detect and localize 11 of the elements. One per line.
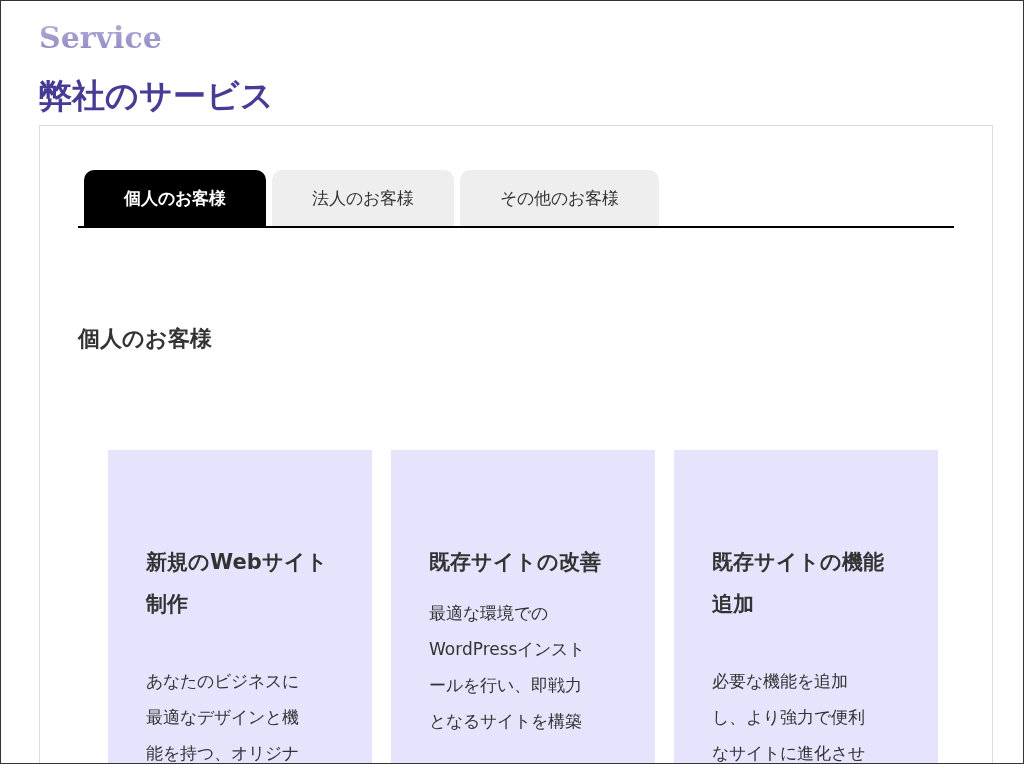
tab[interactable]: 法人のお客様 <box>272 170 454 226</box>
card-title: 既存サイトの機能追加 <box>712 549 885 618</box>
tab[interactable]: 個人のお客様 <box>84 170 266 226</box>
card-title: 新規のWebサイト制作 <box>146 549 329 618</box>
page-title: 弊社のサービス <box>39 75 274 117</box>
tab[interactable]: その他のお客様 <box>460 170 659 226</box>
card-description: 最適な環境でのWordPressインストールを行い、即戦力となるサイトを構築 <box>429 602 586 733</box>
card-title: 既存サイトの改善 <box>429 549 602 576</box>
card-description: あなたのビジネスに最適なデザインと機能を持つ、オリジナ <box>146 670 300 763</box>
card-description: 必要な機能を追加し、より強力で便利なサイトに進化させ <box>712 670 866 763</box>
section-heading: 個人のお客様 <box>78 325 212 353</box>
